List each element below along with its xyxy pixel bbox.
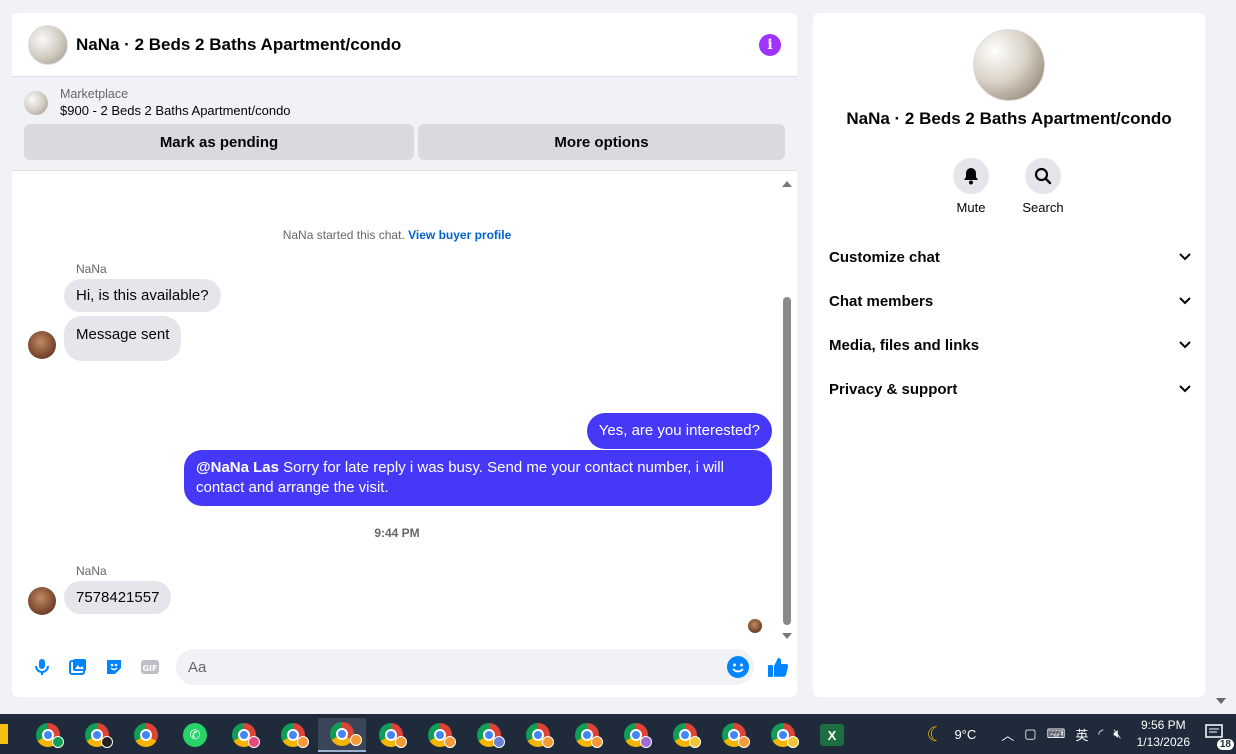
incoming-message[interactable]: 7578421557 bbox=[64, 581, 172, 614]
search-label: Search bbox=[1022, 200, 1064, 215]
chrome-profile-icon[interactable] bbox=[665, 718, 705, 752]
chevron-down-icon bbox=[1179, 341, 1191, 349]
chrome-icon[interactable] bbox=[126, 718, 166, 752]
section-privacy-support[interactable]: Privacy & support bbox=[829, 367, 1191, 411]
sender-avatar[interactable] bbox=[28, 331, 56, 359]
chevron-down-icon bbox=[1179, 385, 1191, 393]
chrome-profile-icon[interactable] bbox=[714, 718, 754, 752]
whatsapp-icon[interactable]: ✆ bbox=[175, 718, 215, 752]
section-customize-chat[interactable]: Customize chat bbox=[829, 235, 1191, 279]
section-media-files-links[interactable]: Media, files and links bbox=[829, 323, 1191, 367]
mute-action[interactable]: Mute bbox=[941, 158, 1001, 215]
notification-icon[interactable]: 18 bbox=[1204, 722, 1234, 750]
listing-profile-avatar[interactable] bbox=[973, 29, 1045, 101]
folder-icon[interactable] bbox=[0, 724, 8, 744]
svg-text:GIF: GIF bbox=[142, 664, 157, 673]
gif-icon[interactable]: GIF bbox=[132, 649, 168, 685]
message-input[interactable] bbox=[188, 658, 708, 676]
notification-count: 18 bbox=[1216, 739, 1234, 750]
chrome-profile-icon[interactable] bbox=[371, 718, 411, 752]
chat-title[interactable]: NaNa · 2 Beds 2 Baths Apartment/condo bbox=[76, 35, 759, 55]
system-note-text: NaNa started this chat. bbox=[282, 228, 405, 242]
view-buyer-profile-link[interactable]: View buyer profile bbox=[408, 228, 511, 242]
photo-icon[interactable] bbox=[60, 649, 96, 685]
section-chat-members[interactable]: Chat members bbox=[829, 279, 1191, 323]
clock[interactable]: 9:56 PM 1/13/2026 bbox=[1137, 717, 1190, 751]
seen-indicator-avatar bbox=[748, 619, 762, 633]
emoji-icon[interactable] bbox=[726, 655, 750, 684]
chat-header: NaNa · 2 Beds 2 Baths Apartment/condo i bbox=[12, 13, 797, 77]
info-icon[interactable]: i bbox=[759, 33, 781, 56]
chevron-down-icon bbox=[1179, 253, 1191, 261]
excel-icon[interactable]: X bbox=[812, 718, 852, 752]
input-method-icon[interactable]: ⌨ bbox=[1047, 726, 1066, 742]
more-options-button[interactable]: More options bbox=[418, 124, 785, 160]
page-scroll-down-icon[interactable] bbox=[1216, 698, 1226, 704]
chrome-profile-icon[interactable] bbox=[469, 718, 509, 752]
section-label: Customize chat bbox=[829, 248, 940, 266]
incoming-message[interactable]: Hi, is this available? bbox=[64, 279, 221, 312]
windows-taskbar: ✆ X ☾ 9°C ︿ ▢ ⌨ 英 ◜ 🔇︎ 9:56 PM 1/13/2026… bbox=[0, 714, 1236, 754]
message-list: NaNa started this chat. View buyer profi… bbox=[12, 175, 797, 645]
message-input-box[interactable] bbox=[176, 649, 754, 685]
sender-name: NaNa bbox=[76, 262, 107, 276]
thumbs-up-icon[interactable] bbox=[760, 649, 796, 685]
chrome-profile-icon[interactable] bbox=[763, 718, 803, 752]
listing-title[interactable]: $900 - 2 Beds 2 Baths Apartment/condo bbox=[60, 103, 291, 118]
section-label: Privacy & support bbox=[829, 380, 958, 398]
info-sections: Customize chat Chat members Media, files… bbox=[829, 235, 1191, 411]
section-label: Chat members bbox=[829, 292, 934, 310]
clock-date: 1/13/2026 bbox=[1136, 735, 1190, 749]
wifi-icon[interactable]: ◜ bbox=[1098, 726, 1103, 742]
sender-avatar[interactable] bbox=[28, 587, 56, 615]
composer: GIF bbox=[12, 647, 797, 687]
moon-icon[interactable]: ☾ bbox=[927, 722, 945, 747]
incoming-message[interactable]: Message sent bbox=[64, 316, 182, 361]
sticker-icon[interactable] bbox=[96, 649, 132, 685]
search-action[interactable]: Search bbox=[1013, 158, 1073, 215]
weather-temp[interactable]: 9°C bbox=[954, 727, 976, 742]
chevron-down-icon bbox=[1179, 297, 1191, 305]
marketplace-label: Marketplace bbox=[60, 87, 129, 101]
info-title[interactable]: NaNa · 2 Beds 2 Baths Apartment/condo bbox=[813, 109, 1205, 129]
bell-icon[interactable] bbox=[953, 158, 989, 194]
search-icon[interactable] bbox=[1025, 158, 1061, 194]
listing-thumbnail[interactable] bbox=[24, 90, 48, 115]
chrome-profile-icon[interactable] bbox=[518, 718, 558, 752]
mute-label: Mute bbox=[956, 200, 986, 215]
meet-now-icon[interactable]: ▢ bbox=[1024, 726, 1036, 742]
marketplace-bar: Marketplace $900 - 2 Beds 2 Baths Apartm… bbox=[12, 77, 797, 171]
chrome-profile-icon[interactable] bbox=[273, 718, 313, 752]
chat-start-note: NaNa started this chat. View buyer profi… bbox=[12, 228, 782, 242]
message-scrollbar[interactable] bbox=[781, 179, 793, 639]
microphone-icon[interactable] bbox=[24, 649, 60, 685]
outgoing-message[interactable]: Yes, are you interested? bbox=[586, 413, 772, 449]
chrome-profile-icon[interactable] bbox=[28, 718, 68, 752]
section-label: Media, files and links bbox=[829, 336, 980, 354]
chrome-profile-icon[interactable] bbox=[224, 718, 264, 752]
system-tray: ☾ 9°C ︿ ▢ ⌨ 英 ◜ 🔇︎ 9:56 PM 1/13/2026 18 bbox=[922, 714, 1236, 754]
mention[interactable]: @NaNa Las bbox=[196, 459, 279, 476]
sender-name: NaNa bbox=[76, 564, 107, 578]
chrome-profile-icon[interactable] bbox=[77, 718, 117, 752]
clock-time: 9:56 PM bbox=[1140, 718, 1186, 732]
language-icon[interactable]: 英 bbox=[1075, 725, 1088, 744]
chrome-profile-icon[interactable] bbox=[616, 718, 656, 752]
message-timestamp: 9:44 PM bbox=[374, 526, 420, 540]
chevron-up-icon[interactable]: ︿ bbox=[1001, 725, 1014, 744]
outgoing-message[interactable]: @NaNa Las Sorry for late reply i was bus… bbox=[184, 450, 772, 506]
scroll-down-arrow-icon[interactable] bbox=[782, 633, 792, 639]
scroll-up-arrow-icon[interactable] bbox=[782, 181, 792, 187]
chrome-profile-icon-active[interactable] bbox=[318, 718, 366, 752]
chrome-profile-icon[interactable] bbox=[567, 718, 607, 752]
chat-panel: NaNa · 2 Beds 2 Baths Apartment/condo i … bbox=[12, 13, 797, 697]
volume-muted-icon[interactable]: 🔇︎ bbox=[1113, 726, 1121, 742]
chrome-profile-icon[interactable] bbox=[420, 718, 460, 752]
chat-info-panel: NaNa · 2 Beds 2 Baths Apartment/condo Mu… bbox=[813, 13, 1205, 697]
listing-avatar[interactable] bbox=[28, 24, 68, 65]
scroll-thumb[interactable] bbox=[783, 297, 791, 625]
mark-as-pending-button[interactable]: Mark as pending bbox=[24, 124, 414, 160]
